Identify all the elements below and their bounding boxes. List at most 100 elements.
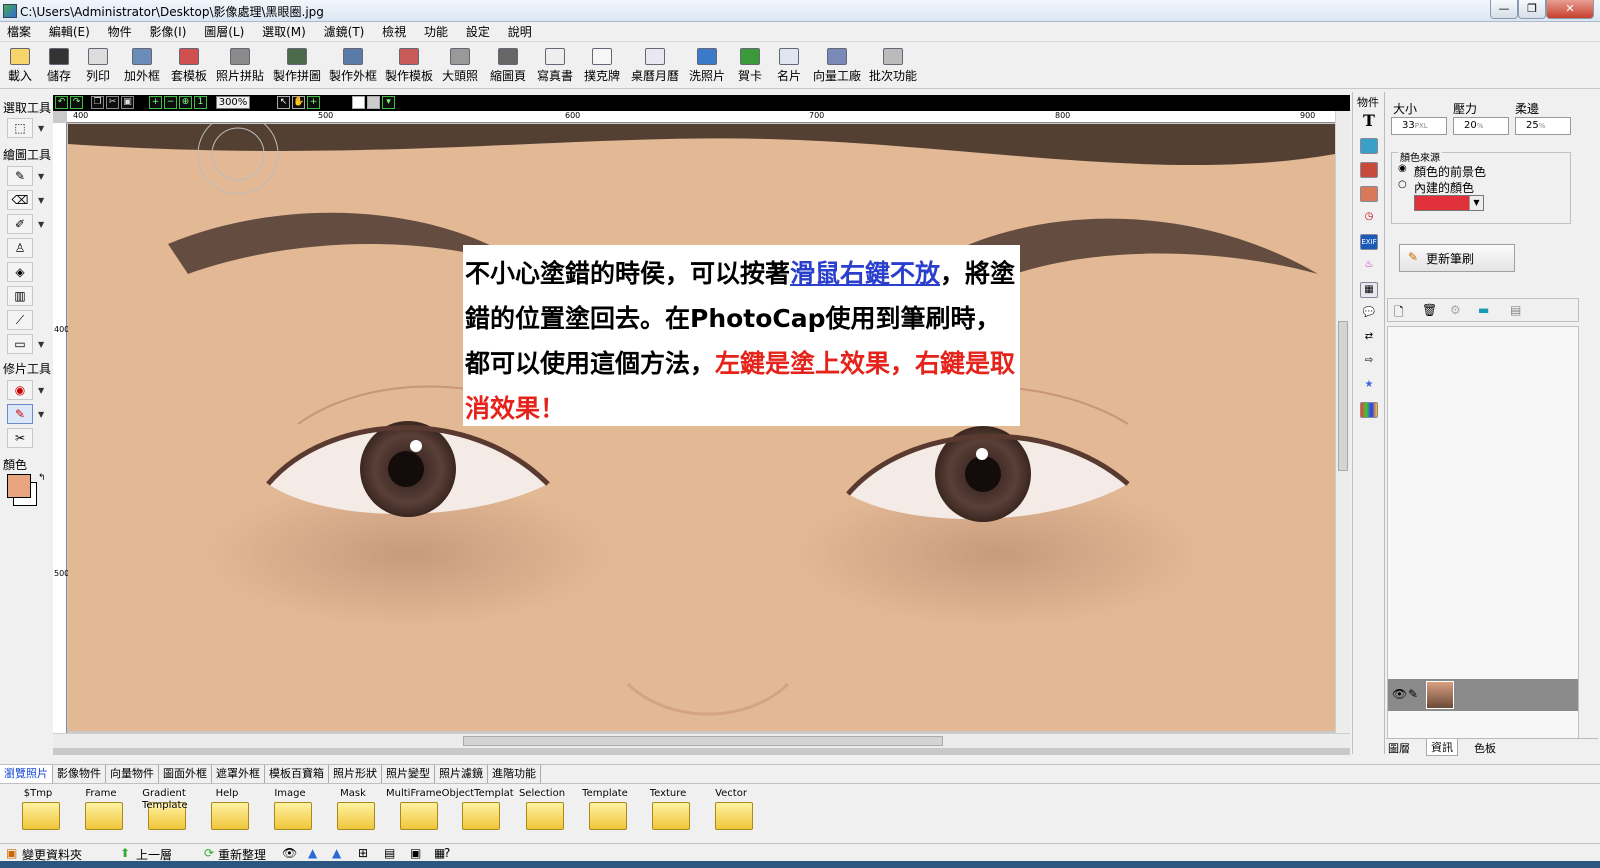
tab-advanced[interactable]: 進階功能	[488, 765, 541, 783]
menu-select[interactable]: 選取(M)	[255, 22, 313, 40]
view-grid-icon[interactable]: ⊞	[358, 846, 368, 860]
fit-window-icon[interactable]: ⊕	[179, 96, 192, 109]
calendar-object-icon[interactable]: ▦	[1360, 282, 1378, 298]
chevron-down-icon[interactable]: ▼	[38, 172, 44, 181]
menu-layer[interactable]: 圖層(L)	[197, 22, 251, 40]
frame-object-icon[interactable]	[1360, 162, 1378, 178]
vertical-scrollbar[interactable]	[1335, 111, 1350, 733]
retouch-brush-tool[interactable]: ✎	[7, 404, 33, 424]
toolbar-poker-button[interactable]: 撲克牌	[584, 46, 620, 84]
eyedropper-tool[interactable]: ⟋	[7, 310, 33, 330]
chevron-down-icon[interactable]: ▼	[1469, 196, 1483, 210]
toolbar-make-template-button[interactable]: 製作模板	[385, 46, 433, 84]
builtin-color-select[interactable]: ▼	[1414, 195, 1484, 211]
chevron-down-icon[interactable]: ▼	[38, 124, 44, 133]
menu-object[interactable]: 物件	[101, 22, 139, 40]
folder-frame[interactable]: Frame	[71, 788, 131, 838]
swap-colors-icon[interactable]: ↰	[38, 473, 46, 483]
tab-template-box[interactable]: 模板百寶箱	[265, 765, 329, 783]
zoom-level[interactable]: 300%	[216, 96, 250, 109]
zoom-out-icon[interactable]: −	[164, 96, 177, 109]
text-tool[interactable]: T	[1360, 113, 1378, 130]
toolbar-collage-button[interactable]: 照片拼貼	[216, 46, 264, 84]
shape-tool[interactable]: ▭	[7, 334, 33, 354]
layer-row[interactable]: 👁 ✎	[1388, 679, 1578, 711]
pencil-tool[interactable]: ✎	[7, 166, 33, 186]
close-button[interactable]: ✕	[1546, 0, 1594, 19]
view-dropdown-icon[interactable]: ▾	[382, 96, 395, 109]
tab-layers[interactable]: 圖層	[1388, 740, 1410, 756]
tab-mask-frames[interactable]: 遮罩外框	[212, 765, 265, 783]
help-icon[interactable]: ?	[444, 846, 450, 860]
eraser-tool[interactable]: ⌫	[7, 190, 33, 210]
copy-icon[interactable]: ❐	[91, 96, 104, 109]
sort-icon[interactable]: ▲	[308, 846, 317, 860]
chevron-down-icon[interactable]: ▼	[38, 220, 44, 229]
redo-icon[interactable]: ↷	[70, 96, 83, 109]
sort-desc-icon[interactable]: ▲	[332, 846, 341, 860]
menu-file[interactable]: 檔案	[0, 22, 38, 40]
trash-icon[interactable]: 🗑	[1422, 303, 1437, 317]
change-folder-icon[interactable]: ▣	[6, 846, 17, 860]
actual-size-icon[interactable]: 1	[194, 96, 207, 109]
tab-palette[interactable]: 色板	[1474, 740, 1496, 756]
folder-help[interactable]: Help	[197, 788, 257, 838]
toolbar-make-puzzle-button[interactable]: 製作拼圖	[273, 46, 321, 84]
menu-filter[interactable]: 濾鏡(T)	[317, 22, 372, 40]
multi-frame-icon[interactable]	[1360, 186, 1378, 202]
toolbar-thumbnail-page-button[interactable]: 縮圖頁	[490, 46, 526, 84]
red-eye-tool[interactable]: ◉	[7, 380, 33, 400]
folder-gradient-template[interactable]: Gradient Template	[134, 788, 194, 838]
undo-icon[interactable]: ↶	[55, 96, 68, 109]
layer-settings-icon[interactable]: ▤	[1510, 303, 1521, 317]
line-arrow-icon[interactable]: ⇄	[1360, 330, 1378, 346]
star-shape-icon[interactable]: ★	[1360, 378, 1378, 394]
face-retouch-tool[interactable]: ✂	[7, 428, 33, 448]
arrow-shape-icon[interactable]: ⇨	[1360, 354, 1378, 370]
new-layer-icon[interactable]: 🗋	[1394, 303, 1404, 324]
folder-image[interactable]: Image	[260, 788, 320, 838]
add-icon[interactable]: +	[307, 96, 320, 109]
menu-function[interactable]: 功能	[417, 22, 455, 40]
gradient-tool[interactable]: ▥	[7, 286, 33, 306]
tab-image-objects[interactable]: 影像物件	[53, 765, 106, 783]
folder-mask[interactable]: Mask	[323, 788, 383, 838]
view-white-icon[interactable]	[352, 96, 365, 109]
radio-builtin-dot[interactable]: ○	[1398, 179, 1407, 190]
view-gray-icon[interactable]	[367, 96, 380, 109]
eye-icon[interactable]: 👁	[282, 846, 297, 860]
maximize-button[interactable]: ❐	[1518, 0, 1546, 19]
chevron-down-icon[interactable]: ▼	[38, 196, 44, 205]
fill-tool[interactable]: ◈	[7, 262, 33, 282]
clock-icon[interactable]: ◷	[1360, 210, 1378, 226]
radio-builtin-label[interactable]: 內建的顏色	[1414, 179, 1474, 196]
menu-help[interactable]: 說明	[501, 22, 539, 40]
cut-icon[interactable]: ✂	[106, 96, 119, 109]
toolbar-business-card-button[interactable]: 名片	[777, 46, 801, 84]
layer-image-icon[interactable]: ▬	[1478, 303, 1489, 317]
tab-canvas-frames[interactable]: 圖面外框	[159, 765, 212, 783]
chevron-down-icon[interactable]: ▼	[38, 386, 44, 395]
layer-list[interactable]: 👁 ✎	[1387, 326, 1579, 748]
mosaic-icon[interactable]	[1360, 402, 1378, 418]
tab-photo-transform[interactable]: 照片變型	[382, 765, 435, 783]
pointer-icon[interactable]: ↖	[277, 96, 290, 109]
toolbar-save-button[interactable]: 儲存	[47, 46, 71, 84]
folder-tmp[interactable]: $Tmp	[8, 788, 68, 838]
toolbar-apply-template-button[interactable]: 套模板	[171, 46, 207, 84]
toolbar-print-button[interactable]: 列印	[86, 46, 110, 84]
brush-tool[interactable]: ✐	[7, 214, 33, 234]
hand-icon[interactable]: ✋	[292, 96, 305, 109]
pressure-spinner[interactable]: 20%	[1453, 117, 1509, 135]
tab-photo-shapes[interactable]: 照片形狀	[329, 765, 382, 783]
view-detail-icon[interactable]: ▣	[410, 846, 421, 860]
exif-icon[interactable]: EXIF	[1360, 234, 1378, 250]
pen-edit-icon[interactable]: ✎	[1408, 687, 1418, 701]
rect-select-tool[interactable]: ⬚	[7, 118, 33, 138]
edge-spinner[interactable]: 25%	[1515, 117, 1571, 135]
minimize-button[interactable]: —	[1490, 0, 1518, 19]
radio-fg-dot[interactable]: ◉	[1398, 163, 1407, 174]
toolbar-batch-button[interactable]: 批次功能	[869, 46, 917, 84]
image-object-icon[interactable]	[1360, 138, 1378, 154]
folder-vector[interactable]: Vector	[701, 788, 761, 838]
